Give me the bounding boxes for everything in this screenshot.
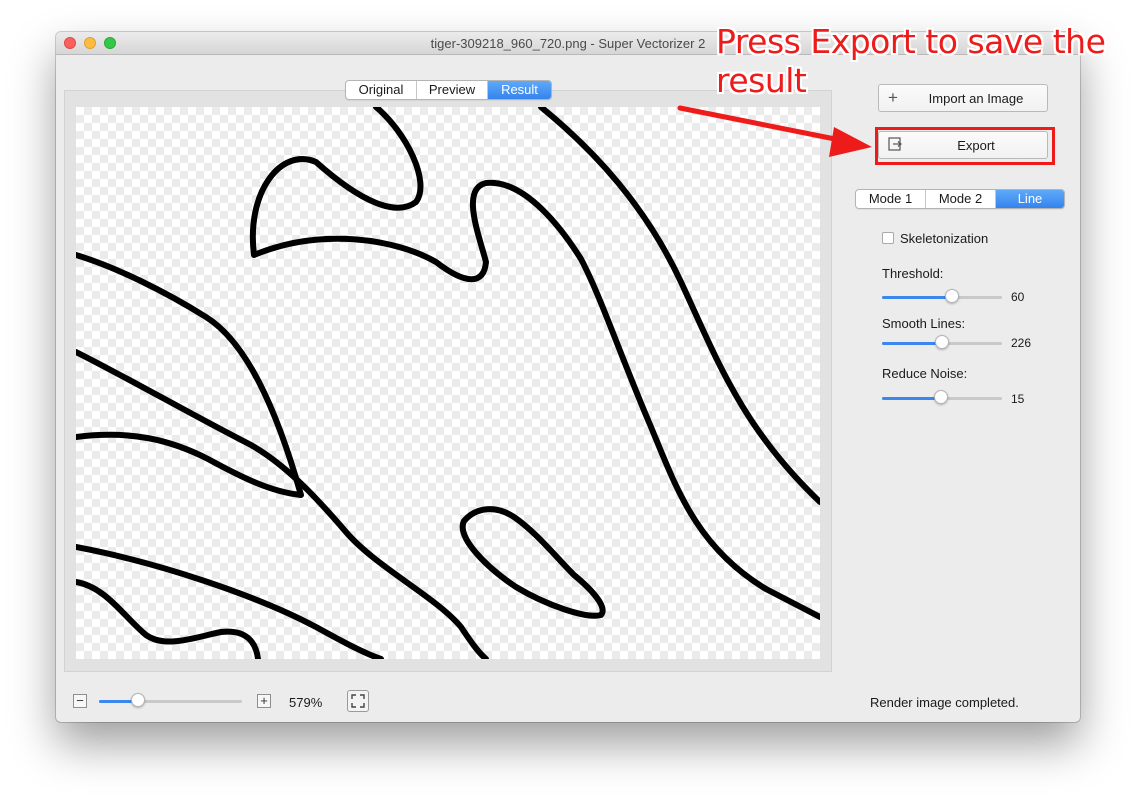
line-stroke [76, 544, 384, 659]
vectorized-line-art [76, 107, 820, 659]
minus-icon: − [76, 693, 84, 708]
threshold-value: 60 [1011, 290, 1025, 304]
annotation-text: Press Export to save the result [716, 22, 1106, 100]
tab-mode-2[interactable]: Mode 2 [926, 190, 996, 208]
line-stroke [249, 107, 820, 620]
zoom-slider[interactable] [99, 693, 242, 709]
threshold-slider-knob[interactable] [944, 289, 959, 303]
vector-result-canvas[interactable] [76, 107, 820, 659]
line-stroke [459, 506, 606, 619]
reduce-noise-label: Reduce Noise: [882, 366, 968, 381]
skeletonization-label: Skeletonization [900, 231, 989, 246]
reduce-noise-slider-knob[interactable] [933, 390, 948, 404]
tab-preview[interactable]: Preview [417, 81, 488, 99]
smooth-lines-label: Smooth Lines: [882, 316, 966, 331]
line-stroke [76, 579, 261, 659]
fit-to-window-icon [351, 694, 365, 708]
zoom-out-button[interactable]: − [73, 694, 87, 708]
plus-icon: + [260, 693, 268, 708]
threshold-label: Threshold: [882, 266, 944, 281]
tab-line[interactable]: Line [996, 190, 1064, 208]
reduce-noise-slider[interactable] [882, 390, 1002, 406]
zoom-in-button[interactable]: + [257, 694, 271, 708]
smooth-lines-slider-knob[interactable] [935, 335, 949, 349]
threshold-slider[interactable] [882, 289, 1002, 305]
view-tabs: Original Preview Result [345, 80, 552, 100]
zoom-slider-knob[interactable] [130, 693, 145, 707]
fit-to-window-button[interactable] [347, 690, 369, 712]
tab-result[interactable]: Result [488, 81, 551, 99]
reduce-noise-value: 15 [1011, 392, 1025, 406]
smooth-lines-slider[interactable] [882, 335, 1002, 351]
zoom-level: 579% [289, 695, 323, 710]
smooth-lines-value: 226 [1011, 336, 1032, 350]
tab-original[interactable]: Original [346, 81, 417, 99]
skeletonization-checkbox[interactable] [882, 232, 894, 244]
mode-tabs: Mode 1 Mode 2 Line [855, 189, 1065, 209]
status-message: Render image completed. [870, 695, 1019, 710]
bottom-toolbar: − + 579% Render image completed. [56, 684, 1080, 722]
tab-mode-1[interactable]: Mode 1 [856, 190, 926, 208]
line-stroke [538, 107, 820, 505]
export-highlight-box [875, 127, 1055, 165]
